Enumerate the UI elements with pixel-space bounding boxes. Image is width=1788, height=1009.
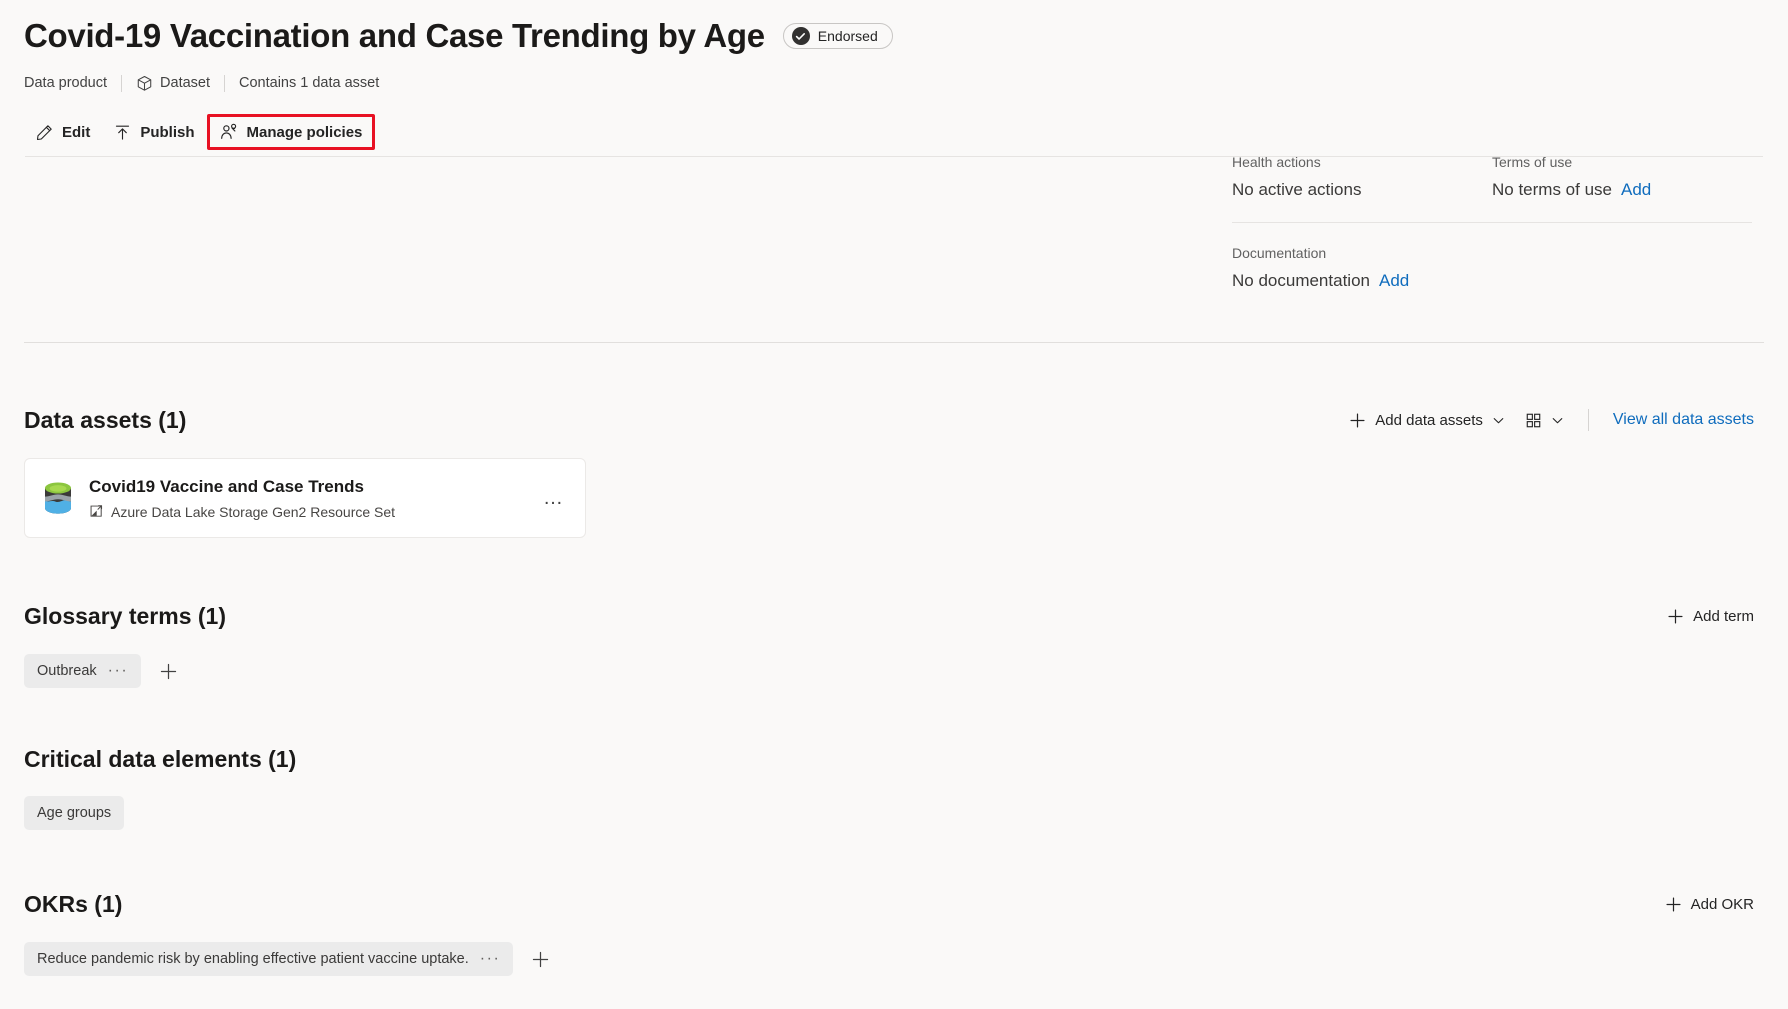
breadcrumb-item-data-product: Data product — [24, 75, 121, 91]
terms-of-use-add-link[interactable]: Add — [1621, 178, 1651, 202]
info-row-top: Health actions No active actions Terms o… — [1232, 152, 1752, 202]
add-data-assets-label: Add data assets — [1375, 411, 1483, 429]
health-actions-cell: Health actions No active actions — [1232, 152, 1492, 202]
terms-of-use-label: Terms of use — [1492, 154, 1573, 170]
glossary-terms-actions: Add term — [1657, 600, 1764, 632]
glossary-terms-section: Glossary terms (1) Add term Outbreak ··· — [24, 600, 1764, 688]
resource-set-icon — [89, 504, 104, 519]
status-badge-label: Endorsed — [817, 28, 878, 44]
plus-icon-okr — [1665, 896, 1682, 913]
view-all-data-assets-label: View all data assets — [1612, 411, 1754, 428]
breadcrumb-item-dataset: Dataset — [136, 75, 224, 92]
glossary-term-chip-menu[interactable]: ··· — [108, 663, 128, 679]
actions-separator — [1587, 409, 1589, 431]
info-panel-divider — [1232, 222, 1752, 223]
breadcrumb-separator — [121, 74, 123, 92]
breadcrumb-item-asset-count: Contains 1 data asset — [239, 75, 393, 91]
add-data-assets-button[interactable]: Add data assets — [1339, 404, 1515, 436]
terms-of-use-value-row: No terms of use Add — [1492, 178, 1752, 202]
person-policy-icon — [220, 123, 238, 141]
content-divider — [24, 342, 1764, 343]
critical-data-element-chip[interactable]: Age groups — [24, 796, 125, 830]
data-assets-title: Data assets (1) — [24, 407, 187, 433]
edit-button[interactable]: Edit — [24, 115, 102, 149]
add-term-label: Add term — [1693, 607, 1754, 625]
breadcrumb-label-data-product: Data product — [24, 75, 108, 91]
documentation-value: No documentation — [1232, 271, 1370, 290]
page-title: Covid-19 Vaccination and Case Trending b… — [24, 16, 765, 54]
grid-view-icon — [1525, 412, 1542, 429]
critical-data-elements-chip-row: Age groups — [24, 796, 1764, 830]
breadcrumb-label-dataset: Dataset — [160, 75, 211, 91]
okrs-header: OKRs (1) Add OKR — [24, 888, 1764, 920]
critical-data-element-chip-label: Age groups — [37, 805, 112, 821]
health-actions-value-row: No active actions — [1232, 178, 1492, 202]
glossary-terms-chip-row: Outbreak ··· — [24, 654, 1764, 688]
plus-icon-term — [1667, 608, 1684, 625]
pencil-icon — [36, 124, 53, 141]
terms-of-use-value: No terms of use — [1492, 180, 1612, 199]
documentation-label: Documentation — [1232, 245, 1327, 261]
documentation-add-link[interactable]: Add — [1379, 269, 1409, 293]
data-asset-subtitle: Azure Data Lake Storage Gen2 Resource Se… — [89, 502, 527, 522]
health-actions-label: Health actions — [1232, 154, 1321, 170]
okrs-chip-row: Reduce pandemic risk by enabling effecti… — [24, 942, 1764, 976]
terms-of-use-cell: Terms of use No terms of use Add — [1492, 152, 1752, 202]
database-cylinder-icon — [41, 479, 75, 517]
data-asset-name: Covid19 Vaccine and Case Trends — [89, 476, 364, 496]
add-glossary-term-inline-button[interactable] — [153, 656, 183, 686]
critical-data-elements-header: Critical data elements (1) — [24, 744, 1764, 774]
breadcrumb-label-asset-count: Contains 1 data asset — [239, 75, 380, 91]
command-bar: Edit Publish Manage policies — [24, 108, 1764, 156]
breadcrumb: Data product Dataset Contains 1 data ass… — [24, 68, 1764, 98]
health-actions-value: No active actions — [1232, 180, 1362, 199]
status-badge[interactable]: Endorsed — [782, 23, 893, 49]
data-asset-text: Covid19 Vaccine and Case Trends Azure Da… — [89, 475, 527, 522]
manage-policies-button-label: Manage policies — [246, 123, 363, 141]
critical-data-elements-section: Critical data elements (1) Age groups — [24, 744, 1764, 830]
add-okr-button[interactable]: Add OKR — [1655, 888, 1764, 920]
info-panel: Health actions No active actions Terms o… — [1232, 152, 1752, 293]
manage-policies-button[interactable]: Manage policies — [206, 114, 376, 150]
data-assets-header: Data assets (1) Add data assets View all… — [24, 404, 1764, 436]
critical-data-elements-title: Critical data elements (1) — [24, 746, 297, 772]
okrs-actions: Add OKR — [1655, 888, 1764, 920]
documentation-value-row: No documentation Add — [1232, 269, 1752, 293]
edit-button-label: Edit — [62, 123, 91, 141]
data-assets-section: Data assets (1) Add data assets View all… — [24, 404, 1764, 538]
data-asset-more-menu[interactable]: … — [541, 488, 567, 508]
publish-button[interactable]: Publish — [102, 115, 206, 149]
data-assets-actions: Add data assets View all data assets — [1339, 404, 1764, 436]
chevron-down-icon-view — [1551, 414, 1564, 427]
documentation-cell: Documentation No documentation Add — [1232, 243, 1752, 293]
check-circle-icon — [791, 27, 810, 45]
cube-icon — [136, 75, 153, 92]
plus-icon — [1349, 412, 1366, 429]
okr-chip[interactable]: Reduce pandemic risk by enabling effecti… — [24, 942, 514, 976]
breadcrumb-separator-2 — [224, 74, 226, 92]
add-okr-inline-button[interactable] — [525, 944, 555, 974]
glossary-terms-header: Glossary terms (1) Add term — [24, 600, 1764, 632]
chevron-down-icon — [1492, 414, 1505, 427]
okrs-section: OKRs (1) Add OKR Reduce pandemic risk by… — [24, 888, 1764, 976]
glossary-term-chip[interactable]: Outbreak ··· — [24, 654, 142, 688]
add-term-button[interactable]: Add term — [1657, 600, 1764, 632]
glossary-term-chip-label: Outbreak — [37, 663, 97, 679]
publish-button-label: Publish — [140, 123, 195, 141]
okr-chip-menu[interactable]: ··· — [480, 951, 500, 967]
data-asset-card[interactable]: Covid19 Vaccine and Case Trends Azure Da… — [24, 458, 586, 538]
okr-chip-label: Reduce pandemic risk by enabling effecti… — [37, 951, 469, 967]
data-asset-type-label: Azure Data Lake Storage Gen2 Resource Se… — [111, 503, 396, 520]
publish-upload-icon — [114, 124, 131, 141]
data-product-page: Covid-19 Vaccination and Case Trending b… — [0, 0, 1788, 1009]
view-layout-toggle-button[interactable] — [1515, 404, 1574, 436]
add-okr-label: Add OKR — [1690, 895, 1754, 913]
okrs-title: OKRs (1) — [24, 891, 123, 917]
title-row: Covid-19 Vaccination and Case Trending b… — [24, 0, 1764, 64]
view-all-data-assets-link[interactable]: View all data assets — [1603, 404, 1764, 436]
glossary-terms-title: Glossary terms (1) — [24, 603, 226, 629]
